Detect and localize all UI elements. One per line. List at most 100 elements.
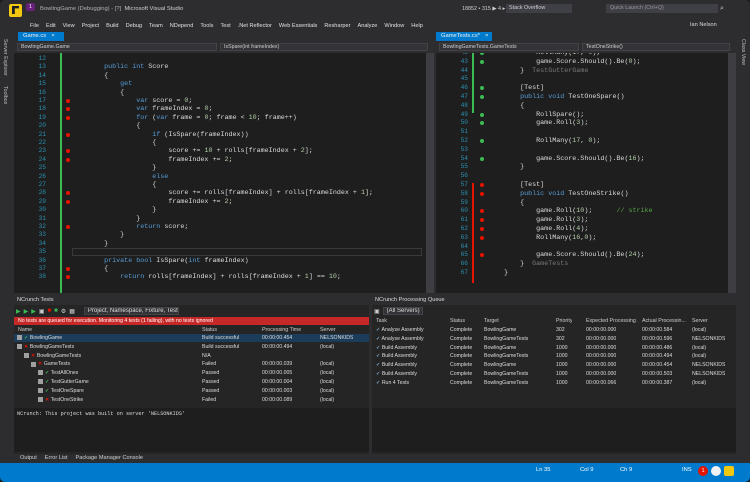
stack-overflow-search[interactable]: Stack Overflow	[506, 4, 572, 13]
server-filter-dropdown[interactable]: (All Servers)	[382, 307, 423, 315]
quick-launch-input[interactable]: Quick Launch (Ctrl+Q)	[606, 4, 718, 13]
column-header-priority[interactable]: Priority	[556, 318, 572, 324]
expand-icon[interactable]	[17, 343, 22, 349]
column-header-name[interactable]: Name	[18, 327, 32, 333]
failing-coverage-marker[interactable]	[480, 191, 484, 196]
table-row[interactable]: ✕ TestOneStrike Failed 00:00:00.089 (local)	[14, 396, 369, 404]
failing-coverage-marker[interactable]	[66, 225, 70, 229]
menu-item-file[interactable]: File	[30, 23, 39, 29]
menu-item-test[interactable]: Test	[220, 23, 230, 29]
grouping-dropdown[interactable]: Project, Namespace, Fixture, Test	[83, 307, 179, 315]
table-row[interactable]: ✓ Analyse Assembly Complete BowlingGame 302…	[372, 326, 736, 334]
menu-item-tools[interactable]: Tools	[200, 23, 213, 29]
ncrunch-logo-status-icon[interactable]	[724, 466, 734, 476]
table-row[interactable]: ✓ TestGutterGame Passed 00:00:00.004 (local…	[14, 378, 369, 386]
search-icon[interactable]: ⌕	[720, 5, 727, 12]
pin-icon[interactable]: ▣	[374, 308, 380, 315]
column-header-task[interactable]: Task	[376, 318, 387, 324]
ncrunch-status-icon[interactable]	[711, 466, 721, 476]
expand-icon[interactable]	[17, 335, 22, 341]
table-row[interactable]: ✓ Analyse Assembly Complete BowlingGameTes…	[372, 335, 736, 343]
passing-coverage-marker[interactable]	[480, 86, 484, 91]
failing-coverage-marker[interactable]	[66, 107, 70, 112]
column-header-expected[interactable]: Expected Processing ...	[586, 318, 638, 324]
menu-item-analyze[interactable]: Analyze	[357, 23, 377, 29]
settings-icon[interactable]: ⚙	[61, 308, 66, 315]
passing-coverage-marker[interactable]	[480, 95, 484, 99]
expand-icon[interactable]	[38, 370, 43, 376]
close-icon[interactable]: ×	[51, 32, 54, 41]
right-editor-scrollbar[interactable]	[728, 53, 736, 293]
run-icon[interactable]: ▶	[24, 308, 29, 315]
table-row[interactable]: ✓ Build Assembly Complete BowlingGame 1000 0…	[372, 361, 736, 369]
run-all-icon[interactable]: ▶	[16, 308, 21, 315]
failing-coverage-marker[interactable]	[480, 227, 484, 231]
failing-coverage-marker[interactable]	[66, 275, 70, 280]
failing-coverage-marker[interactable]	[480, 218, 484, 223]
failing-coverage-marker[interactable]	[480, 183, 484, 187]
table-row[interactable]: ✓ BowlingGame Build successful 00:00:00.45…	[14, 334, 369, 343]
passing-coverage-marker[interactable]	[480, 112, 484, 117]
column-header-server[interactable]: Server	[692, 318, 708, 324]
menu-item-view[interactable]: View	[63, 23, 75, 29]
failing-coverage-marker[interactable]	[66, 267, 70, 271]
table-row[interactable]: ✓ Build Assembly Complete BowlingGameTests…	[372, 370, 736, 378]
passing-coverage-marker[interactable]	[480, 156, 484, 161]
expand-icon[interactable]	[38, 379, 43, 385]
member-dropdown[interactable]: TestOneStrike()	[582, 43, 730, 51]
tab-gametests-cs[interactable]: GameTests.cs* ×	[436, 32, 492, 41]
notification-badge[interactable]: 1	[26, 3, 35, 11]
failure-badge[interactable]: 1	[698, 466, 708, 476]
table-row[interactable]: ✓ Build Assembly Complete BowlingGame 1000 0…	[372, 344, 736, 352]
right-code-editor[interactable]: 42 RollMany(17, 0); 43 game.Score.Should(…	[436, 53, 736, 293]
menu-item-web-essentials[interactable]: Web Essentials	[279, 23, 317, 29]
failing-coverage-marker[interactable]	[66, 157, 70, 162]
tab-package-manager-console[interactable]: Package Manager Console	[76, 455, 143, 461]
failing-coverage-marker[interactable]	[480, 235, 484, 240]
menu-item-project[interactable]: Project	[82, 23, 99, 29]
failing-coverage-marker[interactable]	[66, 115, 70, 120]
column-header-status[interactable]: Status	[450, 318, 465, 324]
column-header-actual[interactable]: Actual Processin...	[642, 318, 690, 324]
menu-item-ndepend[interactable]: NDepend	[170, 23, 194, 29]
table-row[interactable]: ✓ TestAllOnes Passed 00:00:00.005 (local)	[14, 369, 369, 377]
column-header-processing-time[interactable]: Processing Time	[262, 327, 301, 333]
menu-item-edit[interactable]: Edit	[46, 23, 56, 29]
expand-icon[interactable]	[38, 387, 43, 393]
tab-output[interactable]: Output	[20, 455, 37, 461]
run-selected-icon[interactable]: ▶	[31, 308, 36, 315]
menu-item-net-reflector[interactable]: .Net Reflector	[238, 23, 272, 29]
failing-coverage-marker[interactable]	[66, 199, 70, 204]
passing-coverage-marker[interactable]	[480, 59, 484, 64]
toolbox-tab[interactable]: Toolbox	[2, 86, 8, 104]
failing-filter-icon[interactable]: ■	[48, 308, 52, 314]
member-dropdown[interactable]: IsSpare(int frameIndex)	[220, 43, 428, 51]
expand-icon[interactable]	[31, 361, 36, 367]
pin-icon[interactable]: ▣	[39, 308, 45, 315]
left-editor-scrollbar[interactable]	[426, 53, 434, 293]
column-header-server[interactable]: Server	[320, 327, 336, 333]
failing-coverage-marker[interactable]	[66, 191, 70, 196]
left-code-editor[interactable]: 12 13 public int Score 14 {15 get 16 {17 va…	[14, 53, 434, 293]
server-explorer-tab[interactable]: Server Explorer	[2, 39, 8, 76]
failing-coverage-marker[interactable]	[480, 253, 484, 258]
table-row[interactable]: ✓ Run 4 Tests Complete BowlingGameTests 100…	[372, 379, 736, 387]
passing-coverage-marker[interactable]	[480, 121, 484, 126]
table-row[interactable]: ✕ BowlingGameTests N/A	[14, 352, 369, 360]
close-icon[interactable]: ×	[485, 32, 488, 41]
expand-icon[interactable]	[38, 396, 43, 402]
passing-filter-icon[interactable]: ■	[54, 308, 58, 314]
menu-item-window[interactable]: Window	[384, 23, 404, 29]
type-dropdown[interactable]: BowlingGame.Game	[17, 43, 217, 51]
column-header-target[interactable]: Target	[484, 318, 499, 324]
failing-coverage-marker[interactable]	[480, 209, 484, 214]
table-row[interactable]: ✕ GameTests Failed 00:00:00.039 (local)	[14, 360, 369, 368]
passing-coverage-marker[interactable]	[480, 53, 484, 55]
failing-coverage-marker[interactable]	[66, 99, 70, 103]
grid-icon[interactable]: ▦	[69, 308, 75, 315]
menu-item-help[interactable]: Help	[411, 23, 423, 29]
tab-game-cs[interactable]: Game.cs ×	[18, 32, 64, 41]
menu-item-debug[interactable]: Debug	[126, 23, 142, 29]
passing-coverage-marker[interactable]	[480, 139, 484, 143]
expand-icon[interactable]	[24, 352, 29, 358]
